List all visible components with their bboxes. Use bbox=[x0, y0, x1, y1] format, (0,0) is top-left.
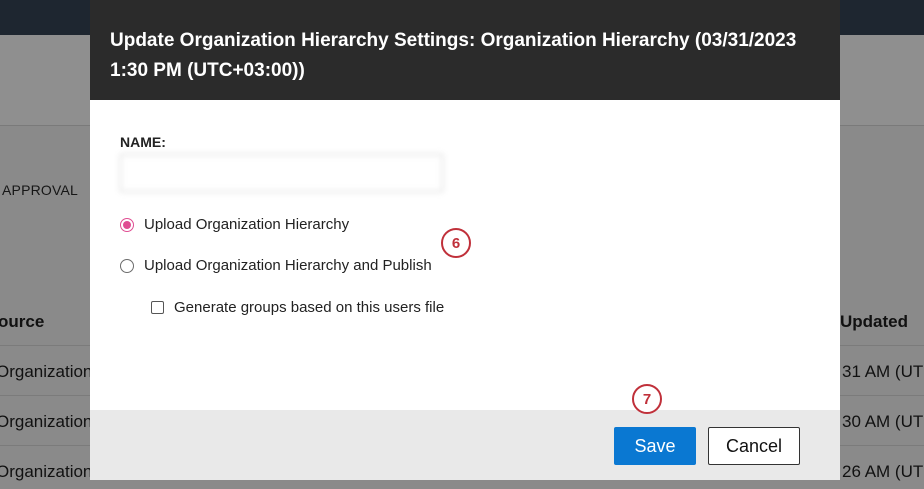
table-cell-updated: 30 AM (UTC bbox=[842, 412, 924, 431]
save-button[interactable]: Save bbox=[614, 427, 696, 465]
column-header-updated: Updated bbox=[840, 312, 908, 331]
name-label: NAME: bbox=[120, 134, 166, 150]
option-upload-label: Upload Organization Hierarchy bbox=[144, 216, 350, 233]
modal-header: Update Organization Hierarchy Settings: … bbox=[90, 0, 840, 100]
option-upload-publish-label: Upload Organization Hierarchy and Publis… bbox=[144, 257, 432, 274]
option-generate-groups-label: Generate groups based on this users file bbox=[174, 299, 445, 316]
table-cell-source: Organization bbox=[0, 462, 93, 481]
column-header-source: ource bbox=[0, 312, 45, 331]
table-cell-source: Organization bbox=[0, 362, 93, 381]
option-generate-groups[interactable]: Generate groups based on this users file bbox=[151, 299, 444, 316]
settings-modal: Update Organization Hierarchy Settings: … bbox=[90, 0, 840, 480]
step-badge-6: 6 bbox=[441, 228, 471, 258]
table-cell-updated: 31 AM (UTC bbox=[842, 362, 924, 381]
table-cell-updated: 26 AM (UTC bbox=[842, 462, 924, 481]
option-upload[interactable]: Upload Organization Hierarchy bbox=[120, 216, 349, 233]
radio-upload-publish[interactable] bbox=[120, 258, 134, 273]
step-badge-7: 7 bbox=[632, 384, 662, 414]
checkbox-generate-groups[interactable] bbox=[151, 301, 164, 314]
radio-upload[interactable] bbox=[120, 217, 134, 232]
option-upload-publish[interactable]: Upload Organization Hierarchy and Publis… bbox=[120, 257, 432, 274]
table-cell-source: Organization bbox=[0, 412, 93, 431]
modal-title: Update Organization Hierarchy Settings: … bbox=[110, 30, 797, 81]
approval-label: APPROVAL bbox=[2, 182, 79, 198]
name-input[interactable] bbox=[120, 154, 443, 192]
cancel-button[interactable]: Cancel bbox=[708, 427, 800, 465]
